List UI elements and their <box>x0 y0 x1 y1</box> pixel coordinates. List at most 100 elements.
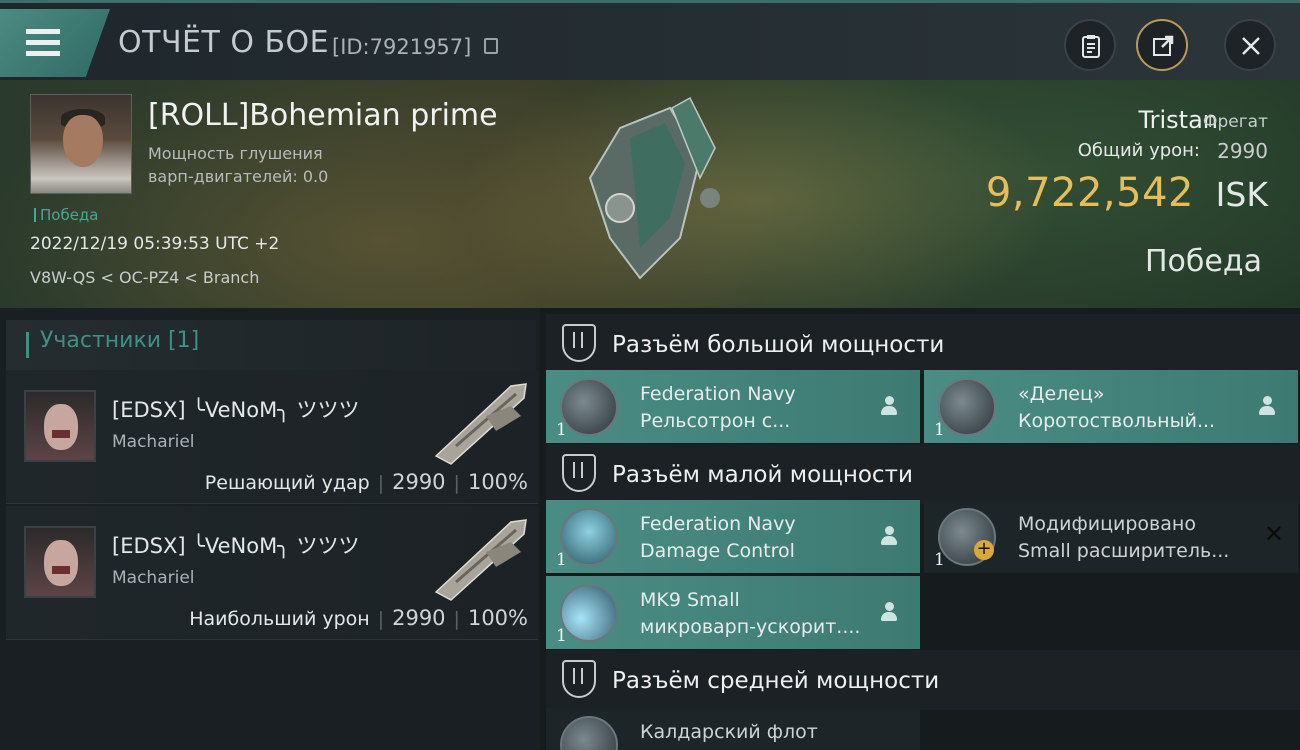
report-id: [ID:7921957] <box>332 35 472 59</box>
kill-location[interactable]: V8W-QS < OC-PZ4 < Branch <box>30 268 259 287</box>
participants-panel: Участники [1] [EDSX] ╰VeNoM╮ ツツツ Machari… <box>0 308 540 750</box>
mid-slot-header: Разъём средней мощности <box>546 650 1300 710</box>
slot-label: Разъём средней мощности <box>612 668 940 694</box>
module-item[interactable]: Калдарский флот <box>546 708 920 750</box>
module-name-line1: Federation Navy <box>640 513 796 535</box>
participant-role: Наибольший урон <box>189 608 370 630</box>
divider: | <box>453 608 460 630</box>
slot-icon <box>562 324 596 362</box>
module-name: Модифицировано Small расширитель... <box>1018 511 1229 565</box>
participant-damage: 2990 <box>392 606 446 630</box>
share-button[interactable] <box>1136 19 1188 71</box>
page-title: ОТЧЁТ О БОЕ <box>118 25 330 60</box>
participant-damage: 2990 <box>392 470 446 494</box>
plus-icon: + <box>974 540 994 560</box>
microwarp-icon <box>560 584 618 642</box>
module-item[interactable]: 1 Federation Navy Рельсотрон с... <box>546 370 920 443</box>
divider: | <box>377 608 385 630</box>
participant-percent: 100% <box>467 606 528 630</box>
module-name-line1: «Делец» <box>1018 383 1105 405</box>
module-qty: 1 <box>934 550 945 570</box>
user-icon <box>1258 396 1276 416</box>
divider: | <box>377 472 385 494</box>
low-slot-header: Разъём малой мощности <box>546 444 1300 504</box>
module-qty: 1 <box>934 420 945 440</box>
module-item[interactable]: 1 «Делец» Коротоствольный... <box>924 370 1298 443</box>
participant-ship-image <box>434 519 527 601</box>
module-item[interactable]: 1 Federation Navy Damage Control <box>546 500 920 573</box>
user-icon <box>880 526 898 546</box>
kill-datetime: 2022/12/19 05:39:53 UTC +2 <box>30 234 280 254</box>
module-name-line2: Small расширитель... <box>1018 540 1230 562</box>
user-icon <box>880 396 898 416</box>
module-qty: 1 <box>556 626 567 646</box>
participant-percent: 100% <box>467 470 528 494</box>
clipboard-icon <box>1082 35 1100 58</box>
module-qty: 1 <box>556 550 567 570</box>
avatar-face <box>44 540 78 586</box>
portrait-face <box>63 115 103 167</box>
module-item[interactable]: + 1 Модифицировано Small расширитель... … <box>924 500 1298 573</box>
victim-portrait[interactable] <box>30 94 132 194</box>
close-icon <box>1242 37 1260 55</box>
module-name-line1: Калдарский флот <box>640 721 818 743</box>
module-name: Калдарский флот <box>640 719 818 746</box>
high-slot-header: Разъём большой мощности <box>546 314 1300 374</box>
victim-ship-class: Фрегат <box>1202 112 1268 132</box>
slot-label: Разъём малой мощности <box>612 462 913 488</box>
isk-value: 9,722,542 <box>985 170 1194 216</box>
total-damage-value: 2990 <box>1217 139 1268 163</box>
module-name: Federation Navy Damage Control <box>640 511 796 565</box>
share-icon <box>1153 35 1174 56</box>
menu-icon <box>26 29 60 34</box>
avatar-mouth <box>52 566 70 574</box>
header-bar: ОТЧЁТ О БОЕ [ID:7921957] <box>0 0 1300 80</box>
copy-icon[interactable] <box>484 38 498 54</box>
module-name-line2: Рельсотрон с... <box>640 410 791 432</box>
slot-icon <box>562 660 596 698</box>
user-icon <box>880 602 898 622</box>
battle-result: Победа <box>1145 244 1262 279</box>
module-qty: 1 <box>556 420 567 440</box>
railgun-icon <box>560 378 618 436</box>
isk-unit: ISK <box>1215 175 1268 214</box>
divider: | <box>453 472 460 494</box>
participant-name: [EDSX] ╰VeNoM╮ ツツツ <box>112 534 360 558</box>
close-button[interactable] <box>1224 19 1276 71</box>
participant-row[interactable]: [EDSX] ╰VeNoM╮ ツツツ Machariel Наибольший … <box>6 506 538 640</box>
victim-pilot-name[interactable]: [ROLL]Bohemian prime <box>148 98 498 133</box>
module-icon <box>560 716 618 750</box>
slot-icon <box>562 454 596 492</box>
module-item[interactable]: 1 MK9 Small микроварп-ускорит.... <box>546 576 920 649</box>
menu-icon-bar <box>26 40 60 45</box>
kill-summary-banner: [ROLL]Bohemian prime Мощность глушения в… <box>0 80 1300 308</box>
participant-avatar[interactable] <box>24 526 96 598</box>
module-name-line1: Модифицировано <box>1018 513 1196 535</box>
avatar-mouth <box>52 430 70 438</box>
module-name-line1: MK9 Small <box>640 589 740 611</box>
module-name-line1: Federation Navy <box>640 383 796 405</box>
menu-button[interactable] <box>0 9 110 77</box>
damage-control-icon <box>560 508 618 566</box>
participant-ship: Machariel <box>112 568 195 588</box>
avatar-face <box>44 404 78 450</box>
module-name: «Делец» Коротоствольный... <box>1018 381 1215 435</box>
module-name: MK9 Small микроварп-ускорит.... <box>640 587 860 641</box>
slot-label: Разъём большой мощности <box>612 332 945 358</box>
module-name-line2: микроварп-ускорит.... <box>640 616 861 638</box>
participants-title[interactable]: Участники [1] <box>6 320 536 370</box>
clipboard-button[interactable] <box>1064 19 1116 71</box>
participant-row[interactable]: [EDSX] ╰VeNoM╮ ツツツ Machariel Решающий уд… <box>6 370 538 504</box>
module-name-line2: Коротоствольный... <box>1018 410 1216 432</box>
menu-icon-bar <box>26 51 60 56</box>
total-damage-label: Общий урон: <box>1077 140 1200 161</box>
participant-name: [EDSX] ╰VeNoM╮ ツツツ <box>112 398 360 422</box>
participant-ship: Machariel <box>112 432 195 452</box>
fittings-panel: Разъём большой мощности 1 Federation Nav… <box>540 308 1300 750</box>
warp-scramble-strength: Мощность глушения варп-двигателей: 0.0 <box>148 144 329 186</box>
destroyed-x-icon: ✕ <box>1263 520 1284 548</box>
participant-avatar[interactable] <box>24 390 96 462</box>
participant-role: Решающий удар <box>204 472 370 494</box>
participant-stats: Наибольший урон | 2990 | 100% <box>189 606 528 630</box>
module-name: Federation Navy Рельсотрон с... <box>640 381 796 435</box>
